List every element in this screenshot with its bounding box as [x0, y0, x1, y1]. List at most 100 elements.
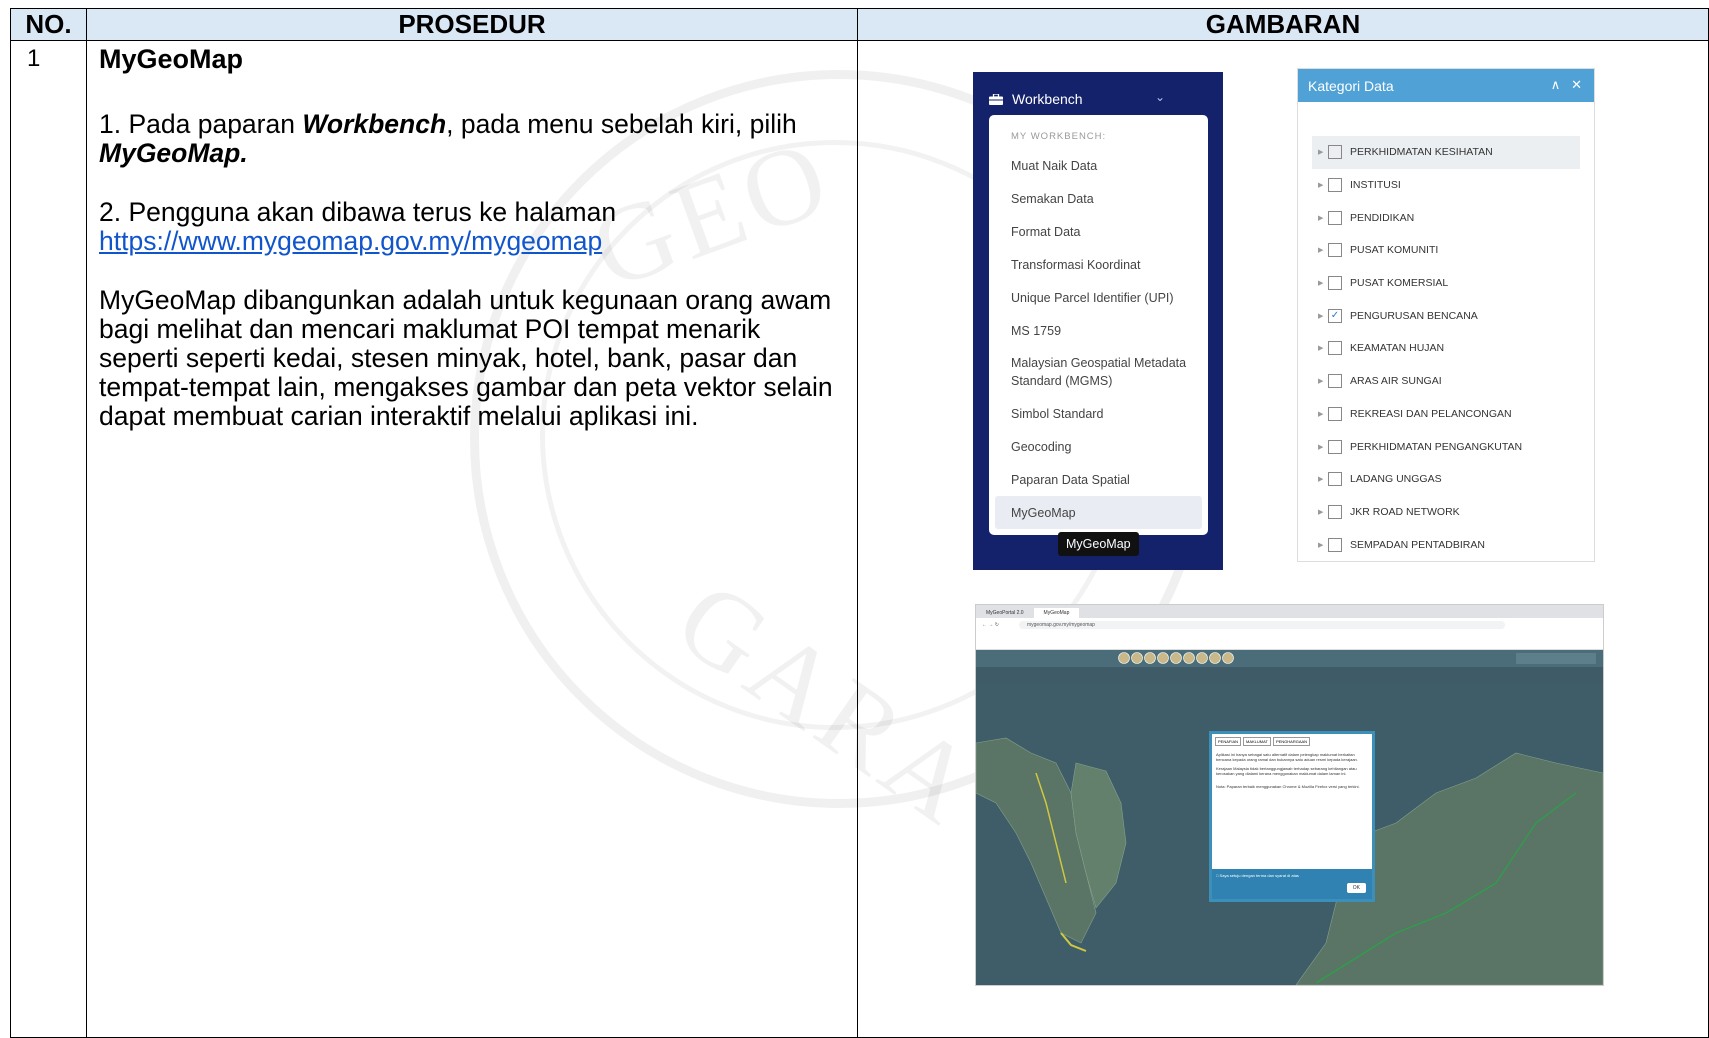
menu-item[interactable]: Malaysian Geospatial Metadata Standard (… — [989, 347, 1208, 397]
chevron-down-icon[interactable]: ⌄ — [1155, 90, 1165, 104]
collapse-icon[interactable]: ∧ — [1551, 77, 1561, 92]
workbench-panel: Workbench ⌄ MY WORKBENCH: Muat Naik Data… — [973, 72, 1223, 570]
menu-item[interactable]: Paparan Data Spatial — [989, 463, 1208, 496]
step-1-workbench: Workbench — [302, 109, 447, 139]
kategori-header: Kategori Data ∧ ✕ — [1298, 69, 1594, 102]
expand-caret-icon[interactable]: ▶ — [1312, 181, 1328, 189]
workbench-title: Workbench — [1012, 91, 1083, 107]
checkbox[interactable] — [1328, 145, 1342, 160]
nav-arrows-icon[interactable]: ← → ↻ — [982, 622, 999, 628]
expand-caret-icon[interactable]: ▶ — [1312, 344, 1328, 352]
kategori-label: PERKHIDMATAN PENGANGKUTAN — [1350, 440, 1523, 453]
menu-item-mygeomap[interactable]: MyGeoMap — [995, 496, 1202, 529]
expand-caret-icon[interactable]: ▶ — [1312, 443, 1328, 451]
header-no: NO. — [10, 8, 87, 41]
dialog-tab[interactable]: MAKLUMAT — [1243, 737, 1271, 746]
kategori-item[interactable]: ▶ PUSAT KOMERSIAL — [1312, 267, 1580, 300]
expand-caret-icon[interactable]: ▶ — [1312, 508, 1328, 516]
browser-tab-active[interactable]: MyGeoMap — [1033, 608, 1080, 618]
briefcase-icon — [989, 93, 1003, 105]
procedure-cell: MyGeoMap 1. Pada paparan Workbench, pada… — [86, 40, 858, 1038]
dialog-body: Aplikasi ini hanya sebagai satu alternat… — [1212, 746, 1372, 795]
kategori-controls: ∧ ✕ — [1551, 77, 1582, 93]
mygeomap-browser-screenshot: MyGeoPortal 2.0 MyGeoMap ← → ↻ mygeomap.… — [975, 604, 1604, 986]
header-row: NO. PROSEDUR GAMBARAN — [10, 8, 1709, 41]
menu-item[interactable]: Simbol Standard — [989, 397, 1208, 430]
kategori-panel: Kategori Data ∧ ✕ ▶ PERKHIDMATAN KESIHATA… — [1297, 68, 1595, 562]
menu-item[interactable]: Muat Naik Data — [989, 149, 1208, 182]
disclaimer-dialog: PENAFIAN MAKLUMAT PENGHARGAAN Aplikasi i… — [1209, 731, 1375, 902]
step-2-text: 2. Pengguna akan dibawa terus ke halaman — [99, 197, 617, 227]
checkbox[interactable] — [1328, 439, 1342, 454]
expand-caret-icon[interactable]: ▶ — [1312, 246, 1328, 254]
address-bar: ← → ↻ mygeomap.gov.my/mygeomap — [976, 618, 1603, 631]
mygeomap-tooltip: MyGeoMap — [1058, 532, 1139, 556]
menu-item[interactable]: Transformasi Koordinat — [989, 248, 1208, 281]
kategori-item[interactable]: ▶ KEAMATAN HUJAN — [1312, 332, 1580, 365]
browser-tab[interactable]: MyGeoPortal 2.0 — [976, 608, 1034, 618]
kategori-label: REKREASI DAN PELANCONGAN — [1350, 407, 1512, 420]
expand-caret-icon[interactable]: ▶ — [1312, 214, 1328, 222]
browser-tabs: MyGeoPortal 2.0 MyGeoMap — [976, 605, 1603, 618]
kategori-label: PENDIDIKAN — [1350, 211, 1415, 224]
dialog-tab[interactable]: PENAFIAN — [1215, 737, 1242, 746]
kategori-item[interactable]: ▶ SEMPADAN PENTADBIRAN — [1312, 528, 1580, 561]
url-field[interactable]: mygeomap.gov.my/mygeomap — [1018, 620, 1505, 629]
checkbox[interactable] — [1328, 472, 1342, 487]
menu-item[interactable]: Semakan Data — [989, 182, 1208, 215]
ok-button[interactable]: OK — [1346, 883, 1366, 893]
expand-caret-icon[interactable]: ▶ — [1312, 279, 1328, 287]
checkbox[interactable] — [1328, 406, 1342, 421]
expand-caret-icon[interactable]: ▶ — [1312, 541, 1328, 549]
dialog-tabs: PENAFIAN MAKLUMAT PENGHARGAAN — [1212, 734, 1372, 746]
map-toolbar — [976, 650, 1603, 667]
menu-item[interactable]: MS 1759 — [989, 314, 1208, 347]
step-1-text-2: , pada menu sebelah kiri, pilih — [446, 109, 797, 139]
kategori-label: LADANG UNGGAS — [1350, 473, 1442, 486]
kategori-item[interactable]: ▶ ✓ PENGURUSAN BENCANA — [1312, 299, 1580, 332]
checkbox[interactable] — [1328, 276, 1342, 291]
checkbox[interactable] — [1328, 537, 1342, 552]
menu-item[interactable]: Unique Parcel Identifier (UPI) — [989, 281, 1208, 314]
mygeomap-link[interactable]: https://www.mygeomap.gov.my/mygeomap — [99, 226, 602, 256]
agree-label: Saya setuju dengan terma dan syarat di a… — [1219, 873, 1299, 878]
checkbox-checked[interactable]: ✓ — [1328, 308, 1342, 323]
kategori-item[interactable]: ▶ ARAS AIR SUNGAI — [1312, 365, 1580, 398]
header-gambaran: GAMBARAN — [857, 8, 1709, 41]
menu-item[interactable]: Format Data — [989, 215, 1208, 248]
kategori-item[interactable]: ▶ PERKHIDMATAN KESIHATAN — [1312, 136, 1580, 169]
kategori-item[interactable]: ▶ INSTITUSI — [1312, 169, 1580, 202]
checkbox[interactable] — [1328, 210, 1342, 225]
workbench-subheader: MY WORKBENCH: — [1011, 131, 1107, 142]
kategori-list: ▶ PERKHIDMATAN KESIHATAN ▶ INSTITUSI ▶ PENDID… — [1312, 136, 1580, 561]
kategori-item[interactable]: ▶ PENDIDIKAN — [1312, 201, 1580, 234]
expand-caret-icon[interactable]: ▶ — [1312, 377, 1328, 385]
kategori-label: INSTITUSI — [1350, 179, 1401, 192]
expand-caret-icon[interactable]: ▶ — [1312, 312, 1328, 320]
checkbox[interactable] — [1328, 504, 1342, 519]
expand-caret-icon[interactable]: ▶ — [1312, 475, 1328, 483]
kategori-item[interactable]: ▶ JKR ROAD NETWORK — [1312, 496, 1580, 529]
step-1-text: 1. Pada paparan — [99, 109, 303, 139]
kategori-item[interactable]: ▶ PUSAT KOMUNITI — [1312, 234, 1580, 267]
kategori-label: ARAS AIR SUNGAI — [1350, 375, 1442, 388]
kategori-label: SEMPADAN PENTADBIRAN — [1350, 538, 1485, 551]
kategori-item[interactable]: ▶ PERKHIDMATAN PENGANGKUTAN — [1312, 430, 1580, 463]
checkbox[interactable] — [1328, 374, 1342, 389]
checkbox[interactable] — [1328, 341, 1342, 356]
kategori-item[interactable]: ▶ REKREASI DAN PELANCONGAN — [1312, 398, 1580, 431]
checkbox[interactable] — [1328, 178, 1342, 193]
dialog-footer: □ Saya setuju dengan terma dan syarat di… — [1212, 869, 1372, 899]
map-tool-icons[interactable] — [976, 650, 1603, 667]
expand-caret-icon[interactable]: ▶ — [1312, 410, 1328, 418]
agree-checkbox[interactable]: □ — [1216, 873, 1218, 878]
kategori-title: Kategori Data — [1308, 77, 1394, 94]
dialog-tab[interactable]: PENGHARGAAN — [1272, 737, 1311, 746]
checkbox[interactable] — [1328, 243, 1342, 258]
menu-item[interactable]: Geocoding — [989, 430, 1208, 463]
kategori-item[interactable]: ▶ LADANG UNGGAS — [1312, 463, 1580, 496]
close-icon[interactable]: ✕ — [1571, 77, 1582, 92]
site-topbar — [976, 641, 1603, 650]
kategori-label: JKR ROAD NETWORK — [1350, 505, 1460, 518]
expand-caret-icon[interactable]: ▶ — [1312, 148, 1328, 156]
